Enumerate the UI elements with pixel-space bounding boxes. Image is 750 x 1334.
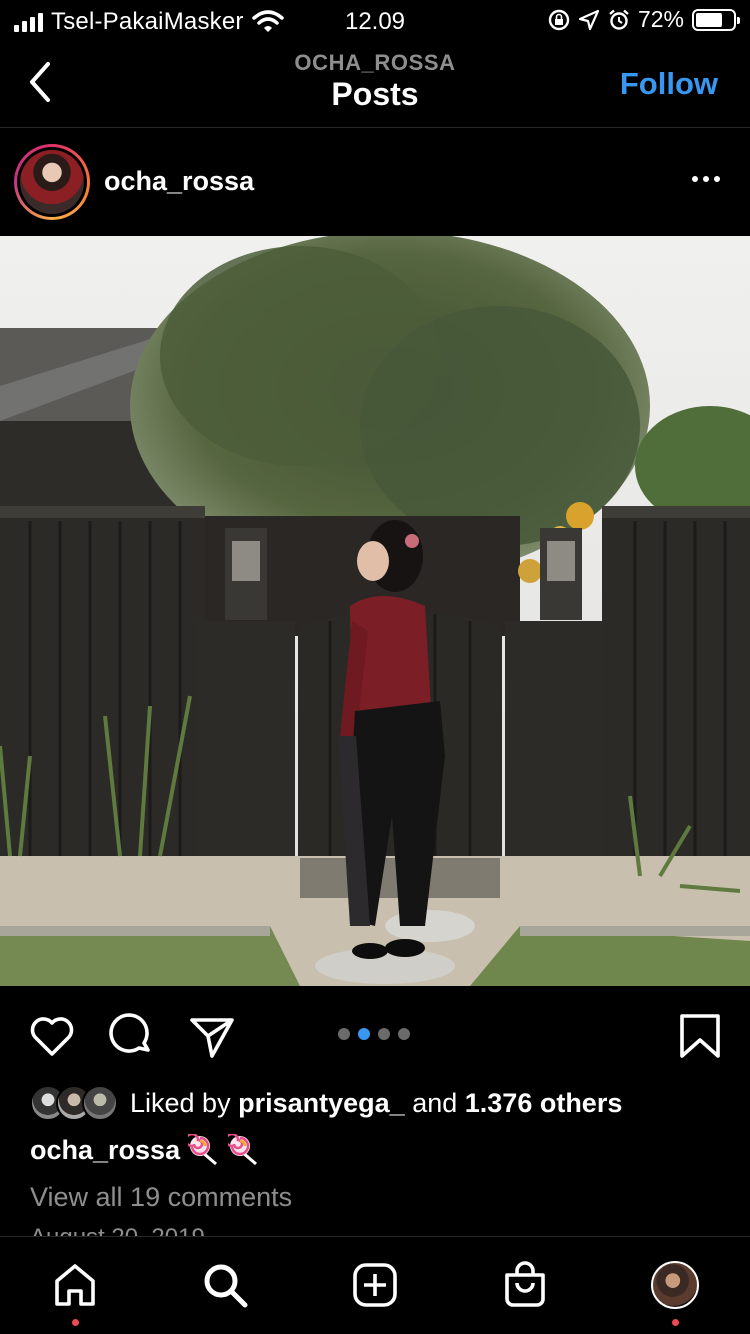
shop-icon[interactable]	[501, 1261, 549, 1309]
more-options-icon[interactable]	[692, 176, 720, 182]
like-icon[interactable]	[28, 1012, 76, 1060]
battery-icon	[692, 8, 740, 31]
caption: ocha_rossa	[30, 1134, 260, 1166]
alarm-icon	[609, 9, 629, 30]
avatar	[20, 150, 84, 214]
search-icon[interactable]	[201, 1261, 249, 1309]
comment-icon[interactable]	[108, 1012, 156, 1060]
battery-percent: 72%	[637, 6, 684, 32]
new-post-icon[interactable]	[351, 1261, 399, 1309]
liked-by-user[interactable]: prisantyega_	[238, 1088, 405, 1118]
liked-by-and: and	[412, 1087, 458, 1118]
liked-by-others[interactable]: 1.376 others	[465, 1088, 623, 1118]
tab-bar	[0, 1236, 750, 1334]
carousel-dot	[338, 1028, 350, 1040]
post-header: ocha_rossa	[0, 128, 750, 236]
profile-tab[interactable]	[651, 1261, 699, 1309]
home-icon[interactable]	[51, 1261, 99, 1309]
lollipop-icon	[228, 1134, 258, 1166]
carousel-dot	[398, 1028, 410, 1040]
post-image	[0, 236, 750, 986]
liked-by-prefix: Liked by	[130, 1087, 231, 1118]
view-comments-link[interactable]: View all 19 comments	[30, 1182, 292, 1213]
follow-button[interactable]: Follow	[620, 66, 718, 102]
status-bar: Tsel-PakaiMasker 12.09 72%	[0, 0, 750, 40]
liked-by-row[interactable]: Liked by prisantyega_ and 1.376 others	[30, 1084, 622, 1122]
post-username[interactable]: ocha_rossa	[104, 166, 254, 197]
post-photo[interactable]	[0, 236, 750, 986]
lollipop-icon	[188, 1134, 218, 1166]
carousel-dot	[358, 1028, 370, 1040]
liked-avatars	[30, 1085, 120, 1121]
home-notification-dot	[72, 1319, 79, 1326]
caption-username[interactable]: ocha_rossa	[30, 1135, 180, 1166]
liked-by-text: Liked by prisantyega_ and 1.376 others	[130, 1088, 622, 1119]
save-icon[interactable]	[676, 1012, 724, 1060]
carousel-indicator	[338, 1028, 410, 1040]
location-icon	[578, 9, 600, 30]
nav-header: OCHA_ROSSA Posts Follow	[0, 40, 750, 128]
share-icon[interactable]	[188, 1012, 236, 1060]
carousel-dot	[378, 1028, 390, 1040]
avatar	[651, 1261, 699, 1309]
story-avatar[interactable]	[14, 144, 90, 220]
profile-notification-dot	[672, 1319, 679, 1326]
screen-lock-icon	[548, 9, 570, 30]
